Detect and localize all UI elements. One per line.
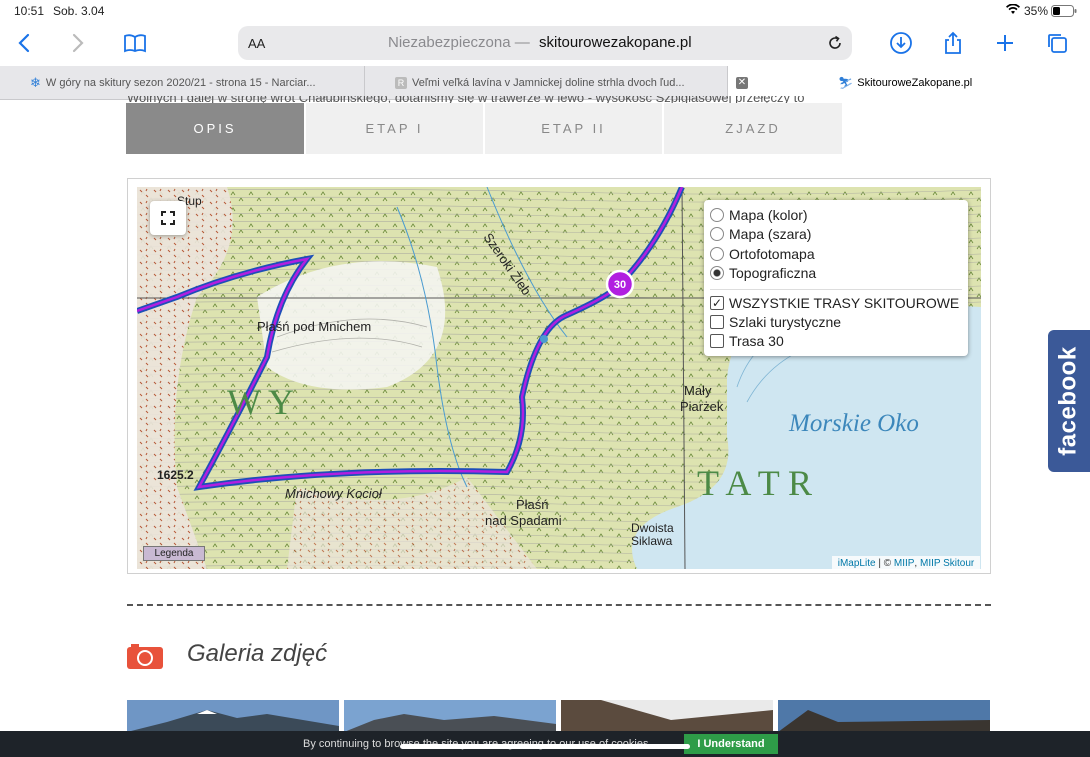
map-label: Piarżek xyxy=(680,399,724,414)
gallery-title: Galeria zdjęć xyxy=(187,640,328,667)
tabs-icon[interactable] xyxy=(1042,28,1072,58)
facebook-side-button[interactable]: facebook xyxy=(1048,330,1090,472)
wifi-icon xyxy=(1006,3,1020,18)
radio-selected-icon[interactable] xyxy=(710,266,724,280)
overlay-trails[interactable]: Szlaki turystyczne xyxy=(710,312,841,332)
address-bar[interactable]: AA Niezabezpieczona — skitourowezakopane… xyxy=(238,26,852,60)
address-domain: skitourowezakopane.pl xyxy=(539,34,692,51)
skier-icon: ⛷ xyxy=(838,76,854,90)
browser-tab[interactable]: R Veľmi veľká lavína v Jamnickej doline … xyxy=(365,66,728,100)
status-time: 10:51 xyxy=(14,4,45,18)
miip-link[interactable]: MIIP xyxy=(894,558,915,569)
map-label: Siklawa xyxy=(631,534,673,548)
imaplite-link[interactable]: iMapLite xyxy=(838,558,876,569)
radio-icon[interactable] xyxy=(710,208,724,222)
browser-tab-active[interactable]: ✕ ⛷ SkitourowеZakopane.pl xyxy=(728,66,1090,100)
tab-opis[interactable]: OPIS xyxy=(126,103,304,154)
fullscreen-icon[interactable] xyxy=(150,201,186,235)
browser-tab-label: Veľmi veľká lavína v Jamnickej doline st… xyxy=(412,77,685,89)
map-label: Płaśń xyxy=(516,497,549,512)
new-tab-icon[interactable] xyxy=(990,28,1020,58)
section-divider xyxy=(127,604,991,606)
reload-icon[interactable] xyxy=(826,34,844,57)
map-label: Mnichowy Kocioł xyxy=(285,486,383,501)
content-tabs: OPIS ETAP I ETAP II ZJAZD xyxy=(126,103,842,154)
layer-option-gray[interactable]: Mapa (szara) xyxy=(710,224,811,244)
map-label: Morskie Oko xyxy=(788,410,919,437)
radio-icon[interactable] xyxy=(710,227,724,241)
svg-text:30: 30 xyxy=(614,279,626,291)
map-attribution: iMapLite | © MIIP, MIIP Skitour xyxy=(832,556,980,570)
layer-option-ortho[interactable]: Ortofotomapa xyxy=(710,244,815,264)
gallery-thumbnail[interactable] xyxy=(778,700,990,732)
status-date: Sob. 3.04 xyxy=(53,4,105,18)
share-icon[interactable] xyxy=(938,28,968,58)
browser-tab-label: SkitourowеZakopane.pl xyxy=(857,77,973,89)
miip-skitour-link[interactable]: MIIP Skitour xyxy=(920,558,974,569)
cookie-accept-button[interactable]: I Understand xyxy=(684,734,778,754)
route-marker[interactable]: 30 xyxy=(605,269,635,299)
layer-option-topo[interactable]: Topograficzna xyxy=(710,263,816,283)
map-layers-control: Mapa (kolor) Mapa (szara) Ortofotomapa T… xyxy=(704,200,968,356)
map-label: Płaśń pod Mnichem xyxy=(257,319,371,334)
camera-icon xyxy=(127,643,163,674)
map-label: Mały xyxy=(684,383,712,398)
browser-tab-strip: ❄ W góry na skitury sezon 2020/21 - stro… xyxy=(0,66,1090,100)
download-icon[interactable] xyxy=(886,28,916,58)
tab-etap-1[interactable]: ETAP I xyxy=(306,103,483,154)
gallery-thumbnail[interactable] xyxy=(127,700,339,732)
tab-etap-2[interactable]: ETAP II xyxy=(485,103,662,154)
browser-tab[interactable]: ❄ W góry na skitury sezon 2020/21 - stro… xyxy=(0,66,365,100)
map-label: 1625.2 xyxy=(157,468,194,482)
battery-percent: 35% xyxy=(1024,4,1049,18)
radio-icon[interactable] xyxy=(710,247,724,261)
overlay-all-routes[interactable]: ✓ WSZYSTKIE TRASY SKITOUROWE xyxy=(710,293,959,313)
browser-tab-label: W góry na skitury sezon 2020/21 - strona… xyxy=(45,77,316,89)
close-tab-icon[interactable]: ✕ xyxy=(736,77,748,89)
facebook-label: facebook xyxy=(1055,346,1082,456)
layers-separator xyxy=(710,289,962,290)
site-favicon-icon: R xyxy=(395,77,407,89)
snowflake-icon: ❄ xyxy=(30,75,41,90)
map-label: W Y xyxy=(227,382,294,422)
back-icon[interactable] xyxy=(10,28,40,58)
forward-icon[interactable] xyxy=(62,28,92,58)
status-bar: 10:51 Sob. 3.04 35% xyxy=(0,0,1090,22)
bookmarks-icon[interactable] xyxy=(120,28,150,58)
map-label: Dwoista xyxy=(631,521,674,535)
map-label: nad Spadami xyxy=(485,513,562,528)
checkbox-icon[interactable] xyxy=(710,334,724,348)
checkbox-checked-icon[interactable]: ✓ xyxy=(710,296,724,310)
address-security-label: Niezabezpieczona — xyxy=(388,34,530,51)
gallery-thumbnail[interactable] xyxy=(561,700,773,732)
home-indicator[interactable] xyxy=(400,744,690,749)
gallery-thumbnail[interactable] xyxy=(344,700,556,732)
layer-option-color[interactable]: Mapa (kolor) xyxy=(710,205,808,225)
gallery-header: Galeria zdjęć xyxy=(127,638,527,674)
tab-zjazd[interactable]: ZJAZD xyxy=(664,103,842,154)
browser-toolbar: AA Niezabezpieczona — skitourowezakopane… xyxy=(0,22,1090,66)
battery-icon xyxy=(1051,5,1077,20)
checkbox-icon[interactable] xyxy=(710,315,724,329)
text-size-button[interactable]: AA xyxy=(248,36,265,51)
map-label: T A T R xyxy=(697,463,812,503)
overlay-route-30[interactable]: Trasa 30 xyxy=(710,331,784,351)
legend-button[interactable]: Legenda xyxy=(143,546,205,561)
